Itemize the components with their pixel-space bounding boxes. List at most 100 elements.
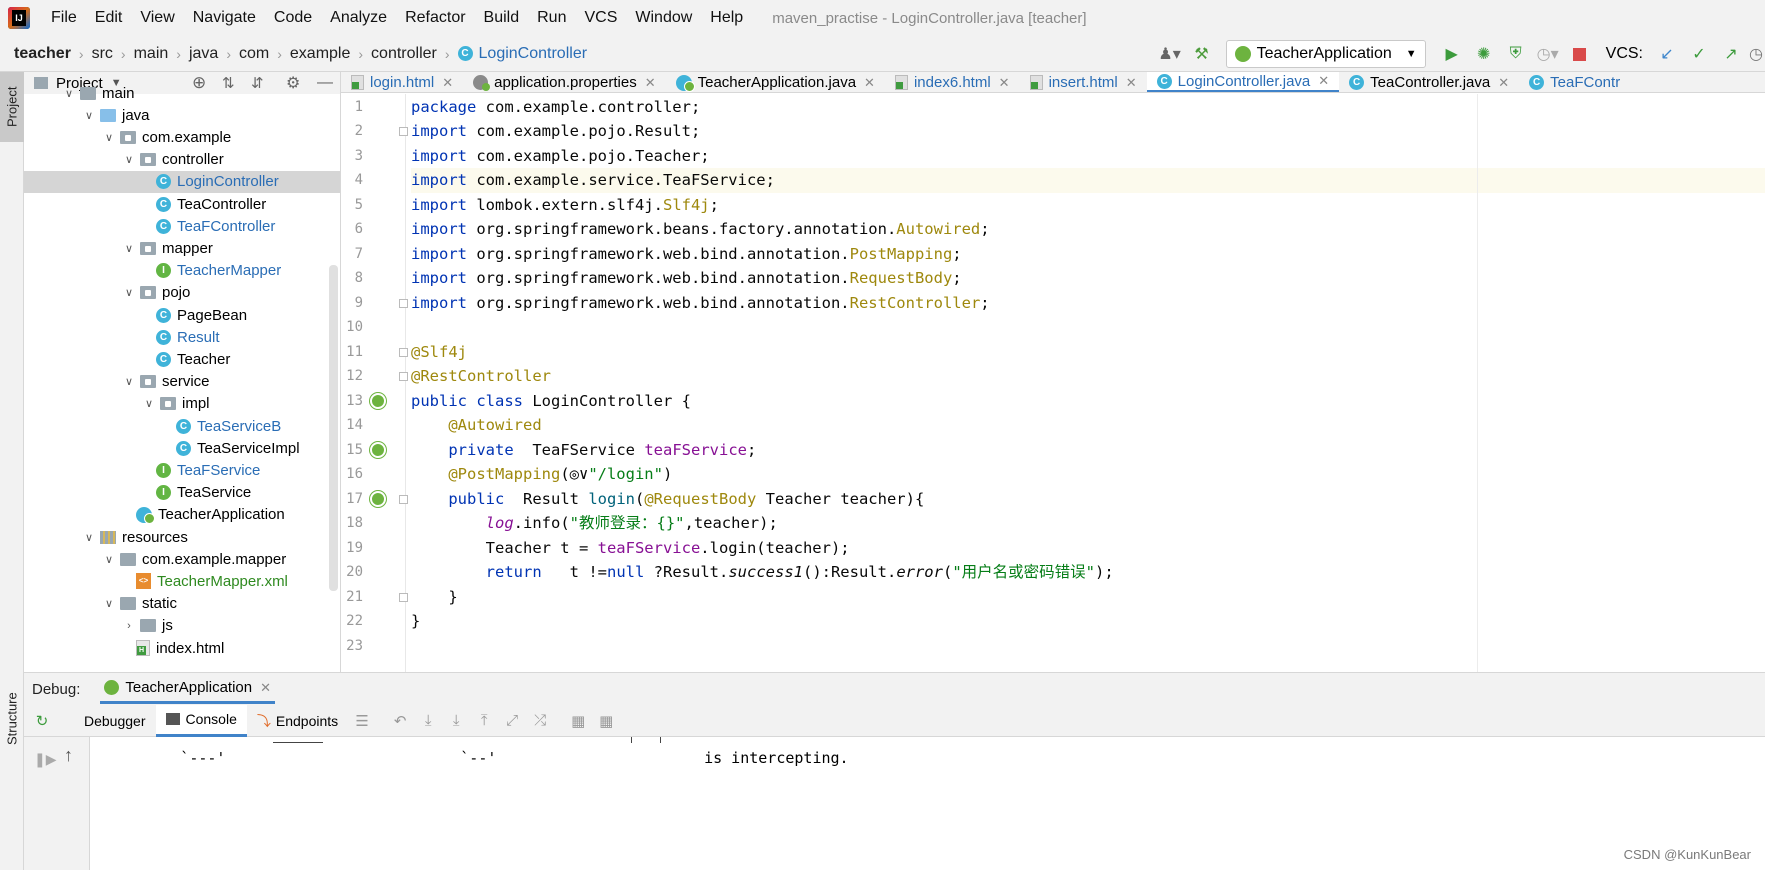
tree-item[interactable]: › js — [24, 615, 340, 637]
tree-item[interactable]: C TeaServiceImpl — [24, 437, 340, 459]
tree-item[interactable]: ∨ main — [24, 82, 340, 104]
editor-tab[interactable]: index6.html ✕ — [885, 72, 1020, 92]
tree-item[interactable]: index.html — [24, 637, 340, 659]
close-icon[interactable]: ✕ — [1126, 75, 1137, 91]
code-editor[interactable]: 1 2 3 4 5 6 7 8 9 10 11 12 13 14 15 16 17 18 19 20 21 22 23 pa… — [341, 94, 1765, 672]
spring-bean-gutter-icon[interactable] — [370, 392, 386, 409]
spring-bean-gutter-icon[interactable] — [370, 490, 386, 507]
editor-tab[interactable]: TeacherApplication.java ✕ — [666, 72, 885, 92]
evaluate-expression-icon[interactable]: ▦ — [566, 712, 590, 730]
vcs-commit-icon[interactable]: ✓ — [1685, 40, 1713, 68]
run-configuration-select[interactable]: TeacherApplication ▼ — [1225, 40, 1426, 68]
editor-tab[interactable]: C LoginController.java ✕ — [1146, 72, 1340, 92]
fold-marker-icon[interactable] — [399, 298, 408, 308]
menu-lines-icon[interactable]: ☰ — [350, 712, 374, 730]
tree-item[interactable]: ∨ impl — [24, 393, 340, 415]
tree-item[interactable]: ∨ mapper — [24, 237, 340, 259]
chevron-down-icon[interactable]: ∨ — [102, 597, 116, 610]
chevron-right-icon[interactable]: › — [122, 620, 136, 632]
arrow-up-icon[interactable]: ↑ — [64, 745, 73, 766]
editor-tab[interactable]: C TeaController.java ✕ — [1339, 72, 1519, 92]
profile-icon[interactable]: ◷▾ — [1534, 40, 1562, 68]
tree-item[interactable]: I TeacherMapper — [24, 260, 340, 282]
tree-item[interactable]: I TeaFService — [24, 459, 340, 481]
breadcrumb-example[interactable]: example — [290, 45, 350, 63]
tree-item[interactable]: TeacherApplication — [24, 504, 340, 526]
history-icon[interactable]: ◷ — [1749, 40, 1763, 68]
tree-item[interactable]: ∨ service — [24, 371, 340, 393]
menu-vcs[interactable]: VCS — [575, 9, 626, 27]
menu-build[interactable]: Build — [475, 9, 529, 27]
project-scrollbar[interactable] — [329, 265, 338, 591]
run-icon[interactable]: ▶ — [1438, 40, 1466, 68]
close-icon[interactable]: ✕ — [260, 680, 271, 696]
tree-item[interactable]: I TeaService — [24, 482, 340, 504]
chevron-down-icon[interactable]: ∨ — [122, 286, 136, 299]
menu-help[interactable]: Help — [701, 9, 752, 27]
fold-marker-icon[interactable] — [399, 592, 408, 602]
close-icon[interactable]: ✕ — [999, 75, 1010, 91]
step-over-icon[interactable]: ⤓ — [416, 712, 440, 729]
fold-marker-icon[interactable] — [399, 347, 408, 357]
step-out-icon[interactable]: ⤒ — [472, 712, 496, 729]
breadcrumb-controller[interactable]: controller — [371, 45, 437, 63]
structure-tool-button[interactable]: Structure — [0, 684, 24, 754]
menu-edit[interactable]: Edit — [86, 9, 132, 27]
tree-item[interactable]: C PageBean — [24, 304, 340, 326]
tree-item[interactable]: ∨ java — [24, 104, 340, 126]
breadcrumb-project[interactable]: teacher — [14, 45, 71, 63]
show-execution-point-icon[interactable]: ↶ — [388, 712, 412, 730]
menu-navigate[interactable]: Navigate — [184, 9, 265, 27]
tab-console[interactable]: Console — [155, 704, 247, 737]
menu-analyze[interactable]: Analyze — [321, 9, 396, 27]
tree-item[interactable]: C Teacher — [24, 348, 340, 370]
vcs-update-icon[interactable]: ↙ — [1653, 40, 1681, 68]
chevron-down-icon[interactable]: ∨ — [122, 153, 136, 166]
tab-endpoints[interactable]: ⤵ Endpoints — [247, 705, 348, 737]
tree-item[interactable]: ∨ controller — [24, 149, 340, 171]
spring-bean-gutter-icon[interactable] — [370, 441, 386, 458]
editor-tab[interactable]: C TeaFContr — [1519, 72, 1630, 92]
tree-item[interactable]: C Result — [24, 326, 340, 348]
menu-view[interactable]: View — [131, 9, 183, 27]
drop-frame-icon[interactable]: ⤢ — [500, 712, 524, 729]
debug-session-tab[interactable]: TeacherApplication ✕ — [100, 674, 276, 704]
tree-item[interactable]: C TeaServiceB — [24, 415, 340, 437]
chevron-down-icon[interactable]: ∨ — [82, 531, 96, 544]
chevron-down-icon[interactable]: ∨ — [62, 87, 76, 100]
breadcrumb-com[interactable]: com — [239, 45, 269, 63]
breadcrumb-main[interactable]: main — [134, 45, 169, 63]
chevron-down-icon[interactable]: ∨ — [122, 375, 136, 388]
tree-item[interactable]: ∨ pojo — [24, 282, 340, 304]
menu-run[interactable]: Run — [528, 9, 575, 27]
fold-marker-icon[interactable] — [399, 127, 408, 136]
project-tool-button[interactable]: Project — [0, 72, 24, 142]
tree-item[interactable]: ∨ com.example — [24, 126, 340, 148]
run-to-cursor-icon[interactable]: ⤮ — [528, 712, 552, 729]
editor-tab[interactable]: insert.html ✕ — [1020, 72, 1147, 92]
tree-item[interactable]: C LoginController — [24, 170, 340, 193]
resume-icon[interactable]: ❚▶ — [34, 751, 57, 768]
user-icon[interactable]: ♟▾ — [1156, 40, 1184, 68]
step-into-icon[interactable]: ⤓ — [444, 712, 468, 729]
close-icon[interactable]: ✕ — [442, 75, 453, 91]
chevron-down-icon[interactable]: ∨ — [122, 242, 136, 255]
close-icon[interactable]: ✕ — [864, 75, 875, 91]
breadcrumb-src[interactable]: src — [92, 45, 113, 63]
chevron-down-icon[interactable]: ∨ — [102, 131, 116, 144]
coverage-icon[interactable]: ⛨ — [1502, 40, 1530, 68]
menu-code[interactable]: Code — [265, 9, 321, 27]
tree-item[interactable]: C TeaController — [24, 193, 340, 215]
close-icon[interactable]: ✕ — [1318, 73, 1329, 89]
close-icon[interactable]: ✕ — [1498, 75, 1509, 91]
chevron-down-icon[interactable]: ∨ — [82, 109, 96, 122]
menu-window[interactable]: Window — [626, 9, 701, 27]
vcs-push-icon[interactable]: ↗ — [1717, 40, 1745, 68]
breadcrumb-java[interactable]: java — [189, 45, 218, 63]
menu-refactor[interactable]: Refactor — [396, 9, 474, 27]
stop-icon[interactable] — [1566, 40, 1594, 68]
tree-item[interactable]: <> TeacherMapper.xml — [24, 570, 340, 592]
tab-debugger[interactable]: Debugger — [74, 705, 156, 737]
fold-marker-icon[interactable] — [399, 372, 408, 381]
editor-tab[interactable]: application.properties ✕ — [463, 72, 666, 92]
